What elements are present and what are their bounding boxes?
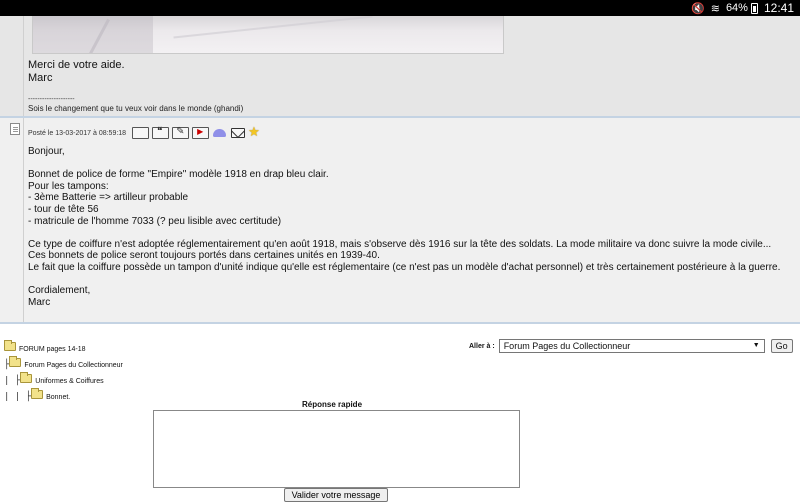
folder-icon <box>4 339 16 351</box>
goto-forum: Aller à : Forum Pages du Collectionneur … <box>469 339 793 353</box>
breadcrumb-item[interactable]: | ├ Uniformes & Coiffures <box>4 371 123 389</box>
clock: 12:41 <box>763 1 794 15</box>
signature-rule: -------------------- <box>28 96 75 103</box>
post-line: Ces bonnets de police seront toujours po… <box>28 250 380 262</box>
battery-percent: 64% <box>725 2 748 14</box>
breadcrumb-item[interactable]: FORUM pages 14-18 <box>4 339 123 357</box>
folder-icon <box>9 355 22 367</box>
post-line: Le fait que la coiffure possède un tampo… <box>28 261 781 273</box>
folder-icon <box>20 371 33 383</box>
breadcrumb: FORUM pages 14-18 ├ Forum Pages du Colle… <box>4 339 123 405</box>
breadcrumb-link[interactable]: Bonnet. <box>46 394 70 401</box>
post-line: Bonnet de police de forme "Empire" modèl… <box>28 169 329 181</box>
post-author-column <box>0 16 24 116</box>
signature: Sois le changement que tu veux voir dans… <box>28 104 244 113</box>
goto-label: Aller à : <box>469 342 495 350</box>
post-body: Bonjour, Bonnet de police de forme "Empi… <box>28 146 792 308</box>
go-button[interactable]: Go <box>770 339 793 353</box>
post-document-icon <box>10 123 20 135</box>
status-bar: 🔇 ≋ 64% 12:41 <box>0 0 800 16</box>
report-icon[interactable] <box>192 127 210 139</box>
forum-select-value: Forum Pages du Collectionneur <box>503 341 631 351</box>
hat-icon[interactable] <box>212 127 228 139</box>
quick-reply-title: Réponse rapide <box>302 400 363 409</box>
star-icon[interactable] <box>248 124 262 140</box>
post-date: Posté le 13-03-2017 à 08:59:18 <box>28 129 127 137</box>
post-message: Merci de votre aide. Marc <box>28 59 125 85</box>
breadcrumb-item[interactable]: | | ├ Bonnet. <box>4 387 123 405</box>
post-line: Cordialement, <box>28 285 91 297</box>
post-line: - tour de tête 56 <box>28 203 99 215</box>
wifi-icon: ≋ <box>710 2 720 15</box>
chevron-down-icon: ▼ <box>752 342 760 349</box>
quote-icon[interactable] <box>152 126 170 139</box>
battery-icon <box>750 2 758 14</box>
post-line: Bonjour, <box>28 146 65 157</box>
mute-icon: 🔇 <box>691 2 705 15</box>
mail-icon[interactable] <box>231 128 246 138</box>
profile-icon[interactable] <box>132 127 150 139</box>
post-author-column <box>0 118 24 322</box>
post-line: Ce type de coiffure n'est adoptée réglem… <box>28 238 772 250</box>
post: Posté le 13-03-2017 à 08:59:18 Bonjour, … <box>0 118 800 324</box>
edit-icon[interactable] <box>172 126 190 139</box>
message-line: Marc <box>28 72 53 84</box>
message-line: Merci de votre aide. <box>28 59 125 71</box>
folder-icon <box>31 387 44 399</box>
post-line: - matricule de l'homme 7033 (? peu lisib… <box>28 215 282 227</box>
breadcrumb-link[interactable]: Uniformes & Coiffures <box>35 378 103 385</box>
breadcrumb-link[interactable]: Forum Pages du Collectionneur <box>24 362 122 369</box>
post-photo[interactable] <box>32 16 504 54</box>
post-line: - 3ème Batterie => artilleur probable <box>28 192 189 204</box>
forum-select[interactable]: Forum Pages du Collectionneur ▼ <box>498 339 765 353</box>
post-header: Posté le 13-03-2017 à 08:59:18 <box>28 124 265 140</box>
post-line: Marc <box>28 296 51 308</box>
post-previous: Merci de votre aide. Marc --------------… <box>0 16 800 118</box>
post-line: Pour les tampons: <box>28 180 109 192</box>
breadcrumb-link[interactable]: FORUM pages 14-18 <box>19 346 86 353</box>
quick-reply-textarea[interactable] <box>153 410 520 488</box>
